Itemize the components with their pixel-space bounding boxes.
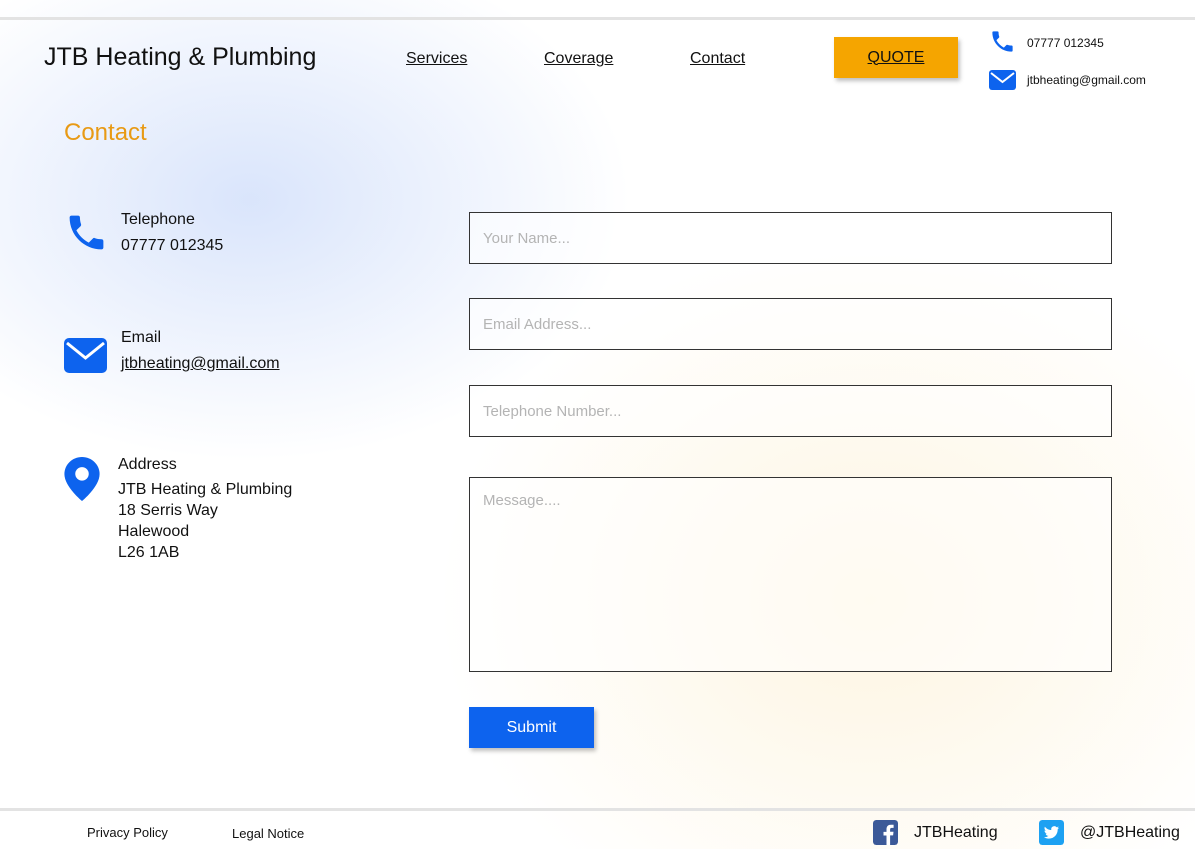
- submit-button[interactable]: Submit: [469, 707, 594, 748]
- twitter-handle[interactable]: @JTBHeating: [1080, 824, 1180, 842]
- facebook-icon[interactable]: [873, 820, 898, 845]
- quote-button[interactable]: QUOTE: [834, 37, 958, 78]
- legal-notice-link[interactable]: Legal Notice: [232, 826, 304, 841]
- telephone-value: 07777 012345: [121, 237, 224, 254]
- privacy-policy-link[interactable]: Privacy Policy: [87, 825, 168, 840]
- message-textarea[interactable]: [469, 477, 1112, 672]
- nav-contact[interactable]: Contact: [690, 50, 745, 68]
- address-line: JTB Heating & Plumbing: [118, 481, 293, 498]
- address-block: JTB Heating & Plumbing 18 Serris Way Hal…: [118, 479, 292, 563]
- brand-title[interactable]: JTB Heating & Plumbing: [44, 43, 316, 72]
- email-link[interactable]: jtbheating@gmail.com: [121, 355, 280, 373]
- name-input[interactable]: [469, 212, 1112, 264]
- address-line: 18 Serris Way: [118, 502, 218, 519]
- header-phone[interactable]: 07777 012345: [1027, 36, 1104, 50]
- page-title: Contact: [64, 119, 147, 146]
- email-icon: [989, 70, 1016, 90]
- address-label: Address: [118, 456, 177, 473]
- email-icon: [64, 338, 107, 373]
- telephone-label: Telephone: [121, 211, 195, 228]
- phone-icon: [992, 31, 1013, 52]
- address-line: Halewood: [118, 523, 190, 540]
- email-input[interactable]: [469, 298, 1112, 350]
- footer-divider: [0, 808, 1195, 811]
- location-pin-icon: [64, 457, 100, 501]
- nav-coverage[interactable]: Coverage: [544, 50, 613, 68]
- twitter-icon[interactable]: [1039, 820, 1064, 845]
- nav-services[interactable]: Services: [406, 50, 467, 68]
- telephone-input[interactable]: [469, 385, 1112, 437]
- facebook-handle[interactable]: JTBHeating: [914, 824, 998, 842]
- phone-icon: [69, 215, 104, 250]
- header-divider: [0, 17, 1195, 20]
- header-email[interactable]: jtbheating@gmail.com: [1027, 73, 1146, 87]
- address-line: L26 1AB: [118, 544, 180, 561]
- email-label: Email: [121, 329, 162, 346]
